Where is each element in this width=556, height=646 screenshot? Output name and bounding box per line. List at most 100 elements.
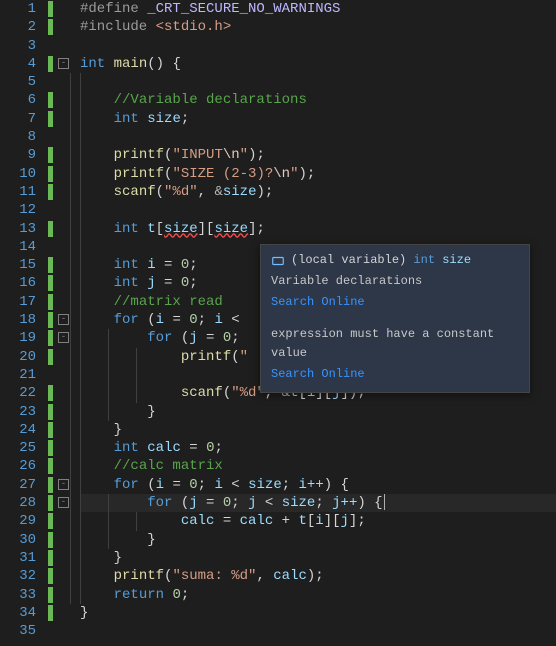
modification-bar: [48, 349, 53, 365]
margin-row: [48, 531, 80, 549]
function-call: scanf: [181, 385, 223, 401]
error-variable[interactable]: size: [214, 221, 248, 237]
keyword: int: [114, 257, 139, 273]
code-line[interactable]: }: [80, 421, 556, 439]
line-number: 30: [0, 531, 36, 549]
variable: calc: [147, 440, 181, 456]
code-line[interactable]: [80, 37, 556, 55]
fold-toggle[interactable]: -: [58, 58, 69, 69]
code-line[interactable]: printf("INPUT\n");: [80, 146, 556, 164]
comment: //calc matrix: [114, 458, 223, 474]
scope-guide: [70, 146, 71, 164]
modification-bar: [48, 111, 53, 127]
margin-row: [48, 18, 80, 36]
code-line[interactable]: printf("suma: %d", calc);: [80, 567, 556, 585]
code-line[interactable]: }: [80, 531, 556, 549]
modification-bar: [48, 92, 53, 108]
margin-row: [48, 384, 80, 402]
modification-bar: [48, 404, 53, 420]
modification-bar: [48, 605, 53, 621]
line-number: 6: [0, 91, 36, 109]
fold-toggle[interactable]: -: [58, 332, 69, 343]
code-line[interactable]: int main() {: [80, 55, 556, 73]
margin-row: [48, 293, 80, 311]
code-line[interactable]: }: [80, 549, 556, 567]
code-line[interactable]: [80, 128, 556, 146]
search-online-link[interactable]: Search Online: [271, 293, 519, 312]
variable: j: [189, 495, 197, 511]
function-call: printf: [114, 147, 164, 163]
margin-row: [48, 37, 80, 55]
keyword: for: [114, 477, 139, 493]
variable: size: [147, 111, 181, 127]
code-line[interactable]: }: [80, 403, 556, 421]
code-line[interactable]: for (i = 0; i < size; i++) {: [80, 476, 556, 494]
modification-bar: [48, 568, 53, 584]
variable: i: [156, 312, 164, 328]
variable: t: [147, 221, 155, 237]
code-line[interactable]: //Variable declarations: [80, 91, 556, 109]
line-number: 7: [0, 110, 36, 128]
code-line[interactable]: printf("SIZE (2-3)?\n");: [80, 165, 556, 183]
line-number: 21: [0, 366, 36, 384]
line-number: 12: [0, 201, 36, 219]
error-variable[interactable]: size: [164, 221, 198, 237]
scope-guide: [70, 348, 71, 366]
margin-row: [48, 604, 80, 622]
modification-bar: [48, 19, 53, 35]
fold-toggle[interactable]: -: [58, 497, 69, 508]
scope-guide: [70, 457, 71, 475]
code-line[interactable]: [80, 201, 556, 219]
margin-row: [48, 421, 80, 439]
code-line-active[interactable]: for (j = 0; j < size; j++) {: [80, 494, 556, 512]
code-line[interactable]: int t[size][size];: [80, 220, 556, 238]
operator: &: [214, 184, 222, 200]
code-line[interactable]: int calc = 0;: [80, 439, 556, 457]
line-number-gutter: 1234567891011121314151617181920212223242…: [0, 0, 48, 646]
code-line[interactable]: int size;: [80, 110, 556, 128]
line-number: 27: [0, 476, 36, 494]
margin-row: [48, 73, 80, 91]
margin-row: [48, 201, 80, 219]
function-name: main: [114, 56, 148, 72]
code-line[interactable]: #include <stdio.h>: [80, 18, 556, 36]
margin-row: [48, 128, 80, 146]
variable: calc: [240, 513, 274, 529]
variable: i: [214, 312, 222, 328]
code-line[interactable]: scanf("%d", &size);: [80, 183, 556, 201]
scope-guide: [70, 238, 71, 256]
modification-bar: [48, 477, 53, 493]
modification-bar: [48, 513, 53, 529]
string: ": [240, 147, 248, 163]
line-number: 33: [0, 586, 36, 604]
code-line[interactable]: //calc matrix: [80, 457, 556, 475]
code-line[interactable]: #define _CRT_SECURE_NO_WARNINGS: [80, 0, 556, 18]
line-number: 10: [0, 165, 36, 183]
margin-row: [48, 403, 80, 421]
margin-row: [48, 457, 80, 475]
code-line[interactable]: return 0;: [80, 586, 556, 604]
code-line[interactable]: [80, 622, 556, 640]
scope-guide: [70, 586, 71, 604]
preprocessor: #define: [80, 1, 139, 17]
keyword: int: [114, 111, 139, 127]
tooltip-type: int: [413, 253, 435, 267]
fold-toggle[interactable]: -: [58, 314, 69, 325]
modification-bar: [48, 495, 53, 511]
modification-bar: [48, 550, 53, 566]
variable: j: [341, 513, 349, 529]
code-line[interactable]: }: [80, 604, 556, 622]
margin-row: [48, 549, 80, 567]
code-line[interactable]: [80, 73, 556, 91]
line-number: 19: [0, 329, 36, 347]
escape: \n: [273, 166, 290, 182]
modification-bar: [48, 56, 53, 72]
code-line[interactable]: calc = calc + t[i][j];: [80, 512, 556, 530]
keyword: int: [80, 56, 105, 72]
scope-guide: [70, 110, 71, 128]
keyword: for: [147, 330, 172, 346]
fold-toggle[interactable]: -: [58, 479, 69, 490]
margin-row: [48, 366, 80, 384]
modification-bar: [48, 587, 53, 603]
search-online-link[interactable]: Search Online: [271, 365, 519, 384]
